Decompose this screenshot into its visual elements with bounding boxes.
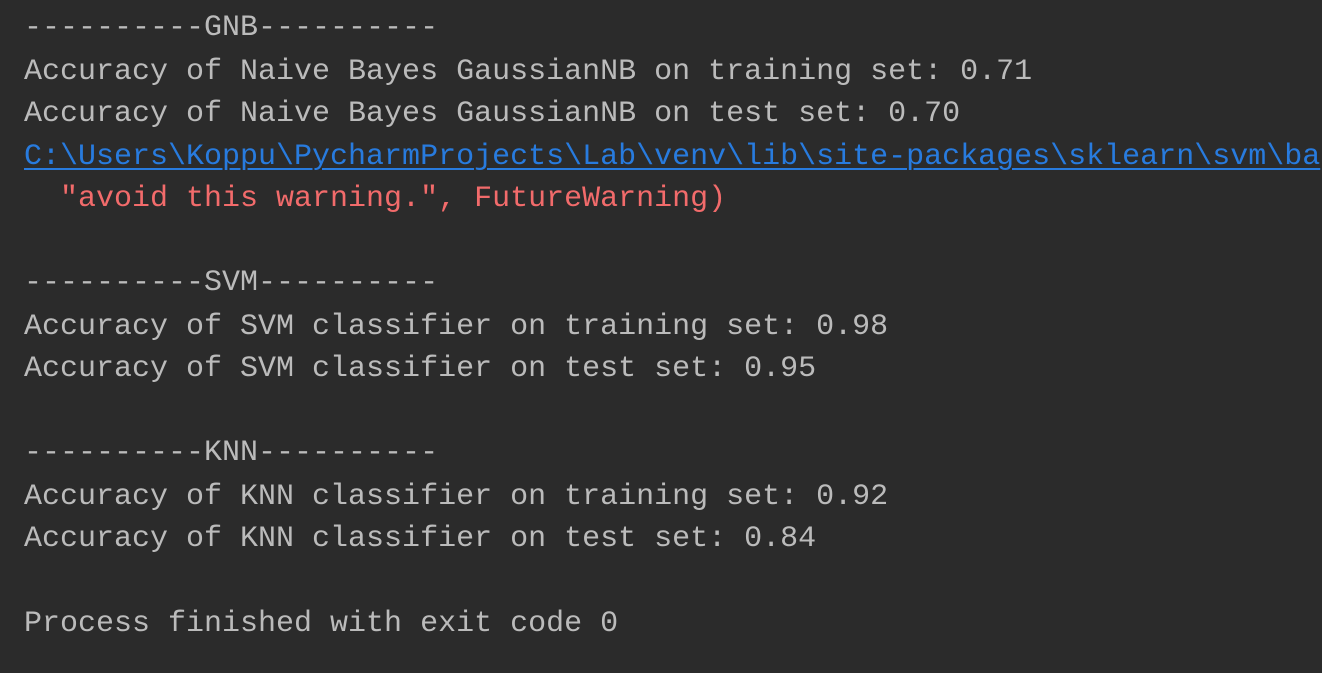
knn-section-header: ----------KNN---------- (24, 436, 439, 470)
knn-test-accuracy: Accuracy of KNN classifier on test set: … (24, 522, 817, 556)
process-exit-message: Process finished with exit code 0 (24, 607, 619, 641)
future-warning-message: "avoid this warning.", FutureWarning) (24, 182, 727, 216)
svm-test-accuracy: Accuracy of SVM classifier on test set: … (24, 352, 817, 386)
warning-file-path-link[interactable]: C:\Users\Koppu\PycharmProjects\Lab\venv\… (24, 137, 1320, 177)
svm-training-accuracy: Accuracy of SVM classifier on training s… (24, 310, 889, 344)
svm-section-header: ----------SVM---------- (24, 266, 439, 300)
gnb-training-accuracy: Accuracy of Naive Bayes GaussianNB on tr… (24, 55, 1033, 89)
console-output[interactable]: ----------GNB---------- Accuracy of Naiv… (0, 0, 1322, 673)
gnb-test-accuracy: Accuracy of Naive Bayes GaussianNB on te… (24, 97, 961, 131)
gnb-section-header: ----------GNB---------- (24, 11, 439, 45)
knn-training-accuracy: Accuracy of KNN classifier on training s… (24, 480, 889, 514)
